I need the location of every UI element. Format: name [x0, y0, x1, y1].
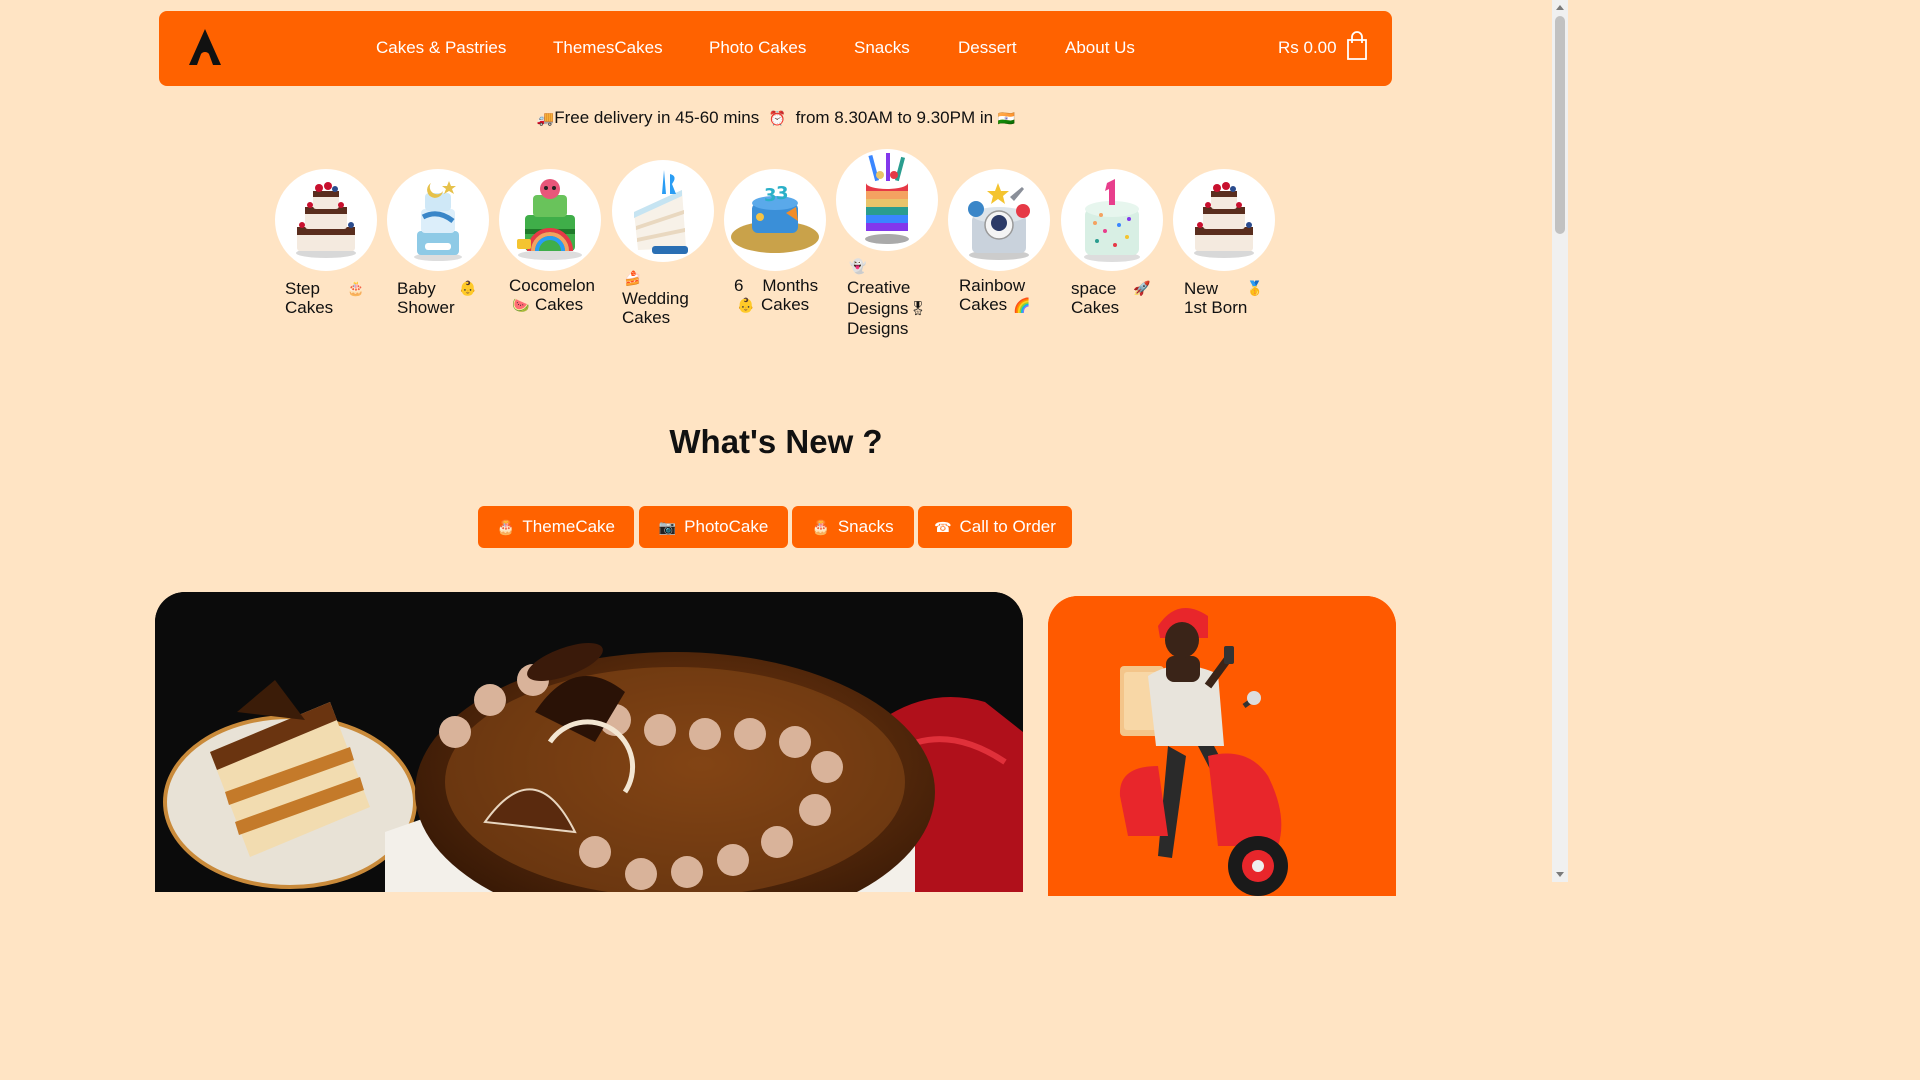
- delivery-time-text: Free delivery in 45-60 mins: [554, 108, 760, 127]
- call-to-order-label: Call to Order: [959, 517, 1056, 536]
- ghost-emoji-icon: 👻: [849, 258, 867, 274]
- delivery-info: 🚚Free delivery in 45-60 mins ⏰ from 8.30…: [0, 108, 1552, 128]
- delivery-promo-card[interactable]: [1048, 596, 1396, 896]
- top-navbar: Cakes & Pastries ThemesCakes Photo Cakes…: [159, 11, 1392, 86]
- cake-icon: 🎂: [496, 518, 515, 535]
- six-months-cake-image: 3 3: [724, 169, 826, 271]
- scrollbar-thumb[interactable]: [1555, 16, 1565, 234]
- category-label-line2: 1st Born: [1184, 298, 1248, 317]
- svg-text:3: 3: [764, 185, 777, 206]
- scroll-up-arrow-icon[interactable]: [1556, 5, 1564, 10]
- nav-photo-cakes[interactable]: Photo Cakes: [709, 38, 806, 58]
- call-to-order-button[interactable]: ☎ Call to Order: [918, 506, 1072, 548]
- nav-cakes-pastries[interactable]: Cakes & Pastries: [376, 38, 506, 58]
- category-label-wedding: Wedding Cakes: [622, 289, 737, 327]
- nav-about-us[interactable]: About Us: [1065, 38, 1135, 58]
- cake-emoji-icon: 🎂: [347, 280, 365, 296]
- category-label-line1: New: [1184, 279, 1219, 298]
- photo-cake-button[interactable]: 📷 PhotoCake: [639, 506, 788, 548]
- medal-emoji-icon: 🎖: [909, 300, 927, 316]
- watermelon-emoji-icon: 🍉: [512, 297, 530, 313]
- category-label-line2: Shower: [397, 298, 455, 317]
- category-label-line2: Cakes: [535, 295, 584, 314]
- cart-total: Rs 0.00: [1278, 38, 1337, 57]
- baby-shower-cake-image: [387, 169, 489, 271]
- gold-medal-emoji-icon: 🥇: [1246, 280, 1264, 296]
- rainbow-drip-cake-image: [836, 149, 938, 251]
- category-wedding-cakes[interactable]: [612, 160, 716, 262]
- category-new-1st-born[interactable]: [1173, 169, 1277, 271]
- whats-new-title: What's New ?: [669, 423, 883, 460]
- category-label-step: Step Cakes: [285, 279, 400, 317]
- first-birthday-cake-image: [1061, 169, 1163, 271]
- chocolate-cake-photo: [155, 592, 1023, 892]
- category-rainbow-cakes[interactable]: [948, 169, 1052, 271]
- new-born-cake-image: [1173, 169, 1275, 271]
- category-cocomelon-cakes[interactable]: [499, 169, 603, 271]
- category-label-line3: Designs: [847, 319, 909, 338]
- category-creative-designs[interactable]: [836, 149, 940, 251]
- scroll-down-arrow-icon[interactable]: [1556, 872, 1564, 877]
- category-label-line2: Cakes: [285, 298, 334, 317]
- category-step-cakes[interactable]: [275, 169, 379, 271]
- category-label-line1: space: [1071, 279, 1117, 298]
- brand-logo[interactable]: [187, 27, 223, 67]
- category-label-space: space Cakes: [1071, 279, 1186, 317]
- nav-snacks[interactable]: Snacks: [854, 38, 910, 58]
- category-label-creative: Creative Designs Designs: [847, 278, 962, 340]
- category-label-line1: Wedding: [622, 289, 689, 308]
- astronaut-cake-image: [948, 169, 1050, 271]
- category-label-line2: Designs: [847, 298, 909, 318]
- category-label-line1: Cocomelon: [509, 276, 595, 295]
- category-label-line2: Cakes: [622, 308, 671, 327]
- photo-cake-label: PhotoCake: [684, 517, 769, 536]
- rainbow-emoji-icon: 🌈: [1013, 297, 1031, 313]
- category-baby-shower[interactable]: [387, 169, 491, 271]
- cake-slice-emoji-icon: 🍰: [624, 270, 642, 286]
- shopping-bag-icon[interactable]: [1346, 31, 1368, 61]
- delivery-hours-text: from 8.30AM to 9.30PM in: [795, 108, 994, 127]
- page-scrollbar[interactable]: [1552, 0, 1568, 882]
- category-label-line1: Baby: [397, 279, 436, 298]
- baby-emoji-icon: 👶: [459, 280, 477, 296]
- camera-icon: 📷: [658, 518, 677, 535]
- category-label-line1: Creative: [847, 278, 911, 297]
- theme-cake-label: ThemeCake: [522, 517, 616, 536]
- step-cake-image: [275, 169, 377, 271]
- category-label-new-born: New 1st Born: [1184, 279, 1299, 317]
- category-label-line2: Cakes: [761, 295, 810, 314]
- category-space-cakes[interactable]: [1061, 169, 1165, 271]
- hero-cake-banner[interactable]: [155, 592, 1023, 892]
- category-label-line1: Step: [285, 279, 320, 298]
- snacks-button[interactable]: 🎂 Snacks: [792, 506, 914, 548]
- category-label-line1: 6 Months: [734, 276, 819, 295]
- telephone-icon: ☎: [934, 518, 952, 535]
- category-6-months-cakes[interactable]: 3 3: [724, 169, 828, 271]
- baby-face-emoji-icon: 👶: [737, 297, 755, 313]
- alarm-clock-icon: ⏰: [768, 110, 787, 126]
- nav-themes-cakes[interactable]: ThemesCakes: [553, 38, 663, 58]
- category-label-line2: Cakes: [959, 295, 1008, 314]
- delivery-scooter-rider-image: [1048, 596, 1396, 896]
- cake-icon: 🎂: [812, 518, 830, 535]
- wedding-cake-slice-image: [612, 160, 714, 262]
- svg-text:3: 3: [776, 183, 789, 204]
- india-flag-icon: 🇮🇳: [997, 110, 1016, 126]
- theme-cake-button[interactable]: 🎂 ThemeCake: [478, 506, 634, 548]
- snacks-label: Snacks: [837, 517, 894, 536]
- nav-dessert[interactable]: Dessert: [958, 38, 1017, 58]
- category-label-line2: Cakes: [1071, 298, 1120, 317]
- category-label-line1: Rainbow: [959, 276, 1026, 295]
- truck-icon: 🚚: [536, 110, 555, 126]
- category-label-baby: Baby Shower: [397, 279, 512, 317]
- cocomelon-cake-image: [499, 169, 601, 271]
- rocket-emoji-icon: 🚀: [1133, 280, 1151, 296]
